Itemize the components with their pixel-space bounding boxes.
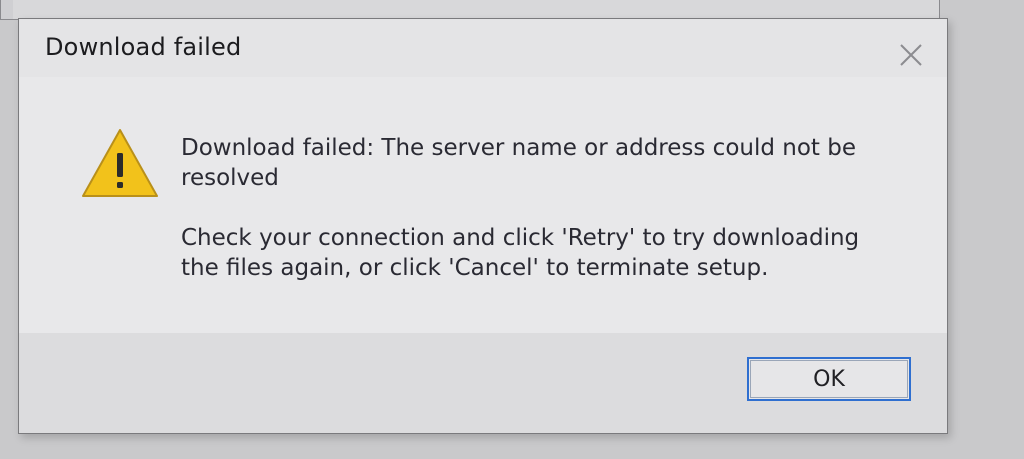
dialog-title: Download failed (45, 33, 242, 61)
error-message: Download failed: The server name or addr… (181, 135, 856, 191)
download-failed-dialog: Download failed Download failed: The ser… (18, 18, 948, 434)
dialog-content: Download failed: The server name or addr… (19, 77, 947, 333)
dialog-title-bar[interactable]: Download failed (19, 19, 947, 77)
close-icon (900, 44, 922, 66)
background-window (0, 0, 940, 20)
warning-triangle-icon (82, 129, 158, 197)
instruction-message: Check your connection and click 'Retry' … (181, 225, 860, 281)
dialog-footer: OK (19, 333, 947, 433)
background-window-edge (1, 0, 13, 19)
close-button[interactable] (891, 35, 931, 75)
ok-button[interactable]: OK (747, 357, 911, 401)
